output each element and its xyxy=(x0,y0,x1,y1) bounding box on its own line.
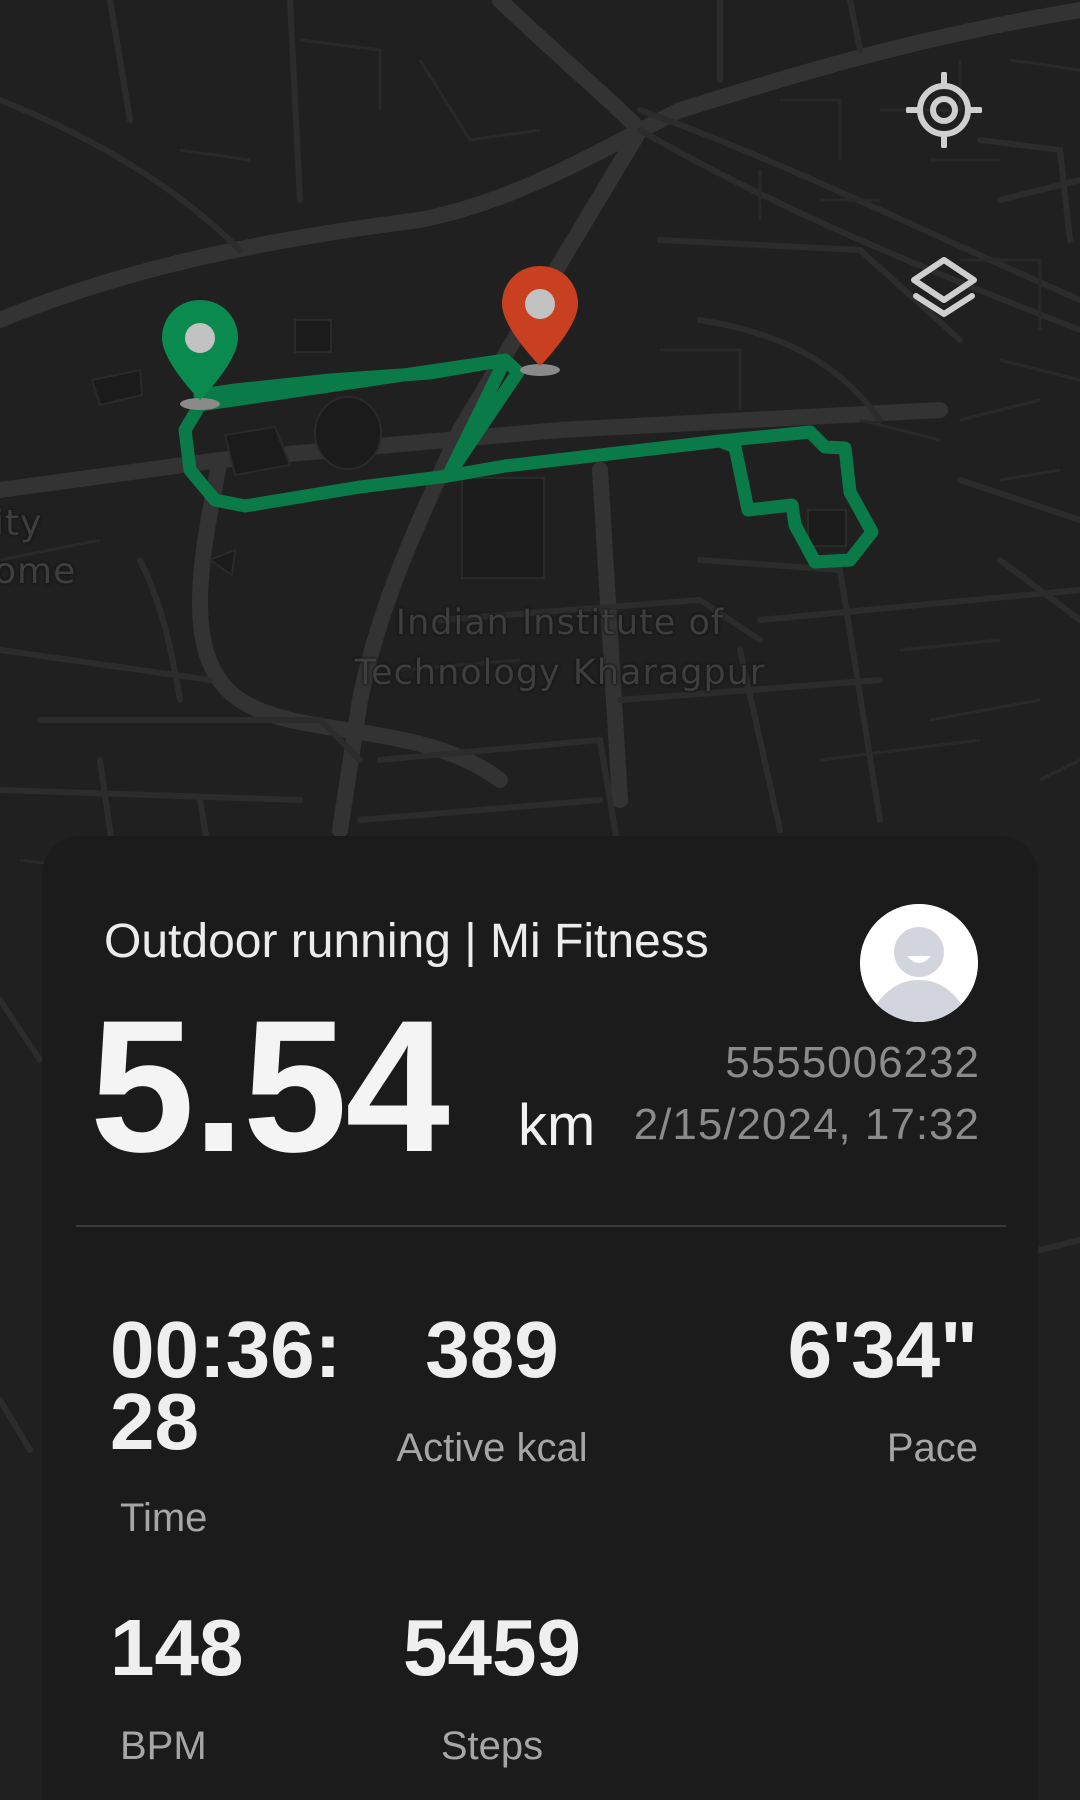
steps-label: Steps xyxy=(440,1724,544,1768)
pace-value: 6'34" xyxy=(787,1305,978,1394)
distance-value: 5.54 xyxy=(90,981,450,1191)
workout-datetime: 2/15/2024, 17:32 xyxy=(633,1100,980,1149)
kcal-label: Active kcal xyxy=(396,1426,588,1470)
user-id: 5555006232 xyxy=(725,1038,980,1087)
map-edge-label-line2: ome xyxy=(0,551,77,592)
layers-icon xyxy=(911,257,977,317)
app-screen: Indian Institute of Technology Kharagpur… xyxy=(0,0,1080,1800)
time-value-line2: 28 xyxy=(110,1377,199,1466)
avatar[interactable] xyxy=(860,904,978,1022)
locate-button[interactable] xyxy=(902,68,986,152)
divider xyxy=(76,1225,1006,1227)
user-avatar-icon xyxy=(860,904,978,1022)
crosshair-icon xyxy=(906,72,982,148)
map-place-label-line2: Technology Kharagpur xyxy=(354,653,766,693)
time-label: Time xyxy=(120,1496,208,1540)
bpm-value: 148 xyxy=(110,1603,244,1692)
workout-title: Outdoor running | Mi Fitness xyxy=(104,915,709,968)
kcal-value: 389 xyxy=(425,1305,559,1394)
map-edge-label-line1: ity xyxy=(0,503,43,544)
start-marker-icon[interactable] xyxy=(156,296,246,416)
map-place-label: Indian Institute of Technology Kharagpur xyxy=(330,598,790,698)
map-layers-button[interactable] xyxy=(902,248,986,332)
map-edge-label: ity ome xyxy=(0,500,76,596)
distance-unit: km xyxy=(518,1093,596,1158)
workout-summary-card: Outdoor running | Mi Fitness 5.54 km 555… xyxy=(42,836,1038,1800)
pace-label: Pace xyxy=(886,1426,978,1470)
map-place-label-line1: Indian Institute of xyxy=(395,603,725,643)
bpm-label: BPM xyxy=(120,1724,207,1768)
steps-value: 5459 xyxy=(403,1603,581,1692)
end-marker-icon[interactable] xyxy=(496,262,586,382)
time-value-line1: 00:36: xyxy=(110,1305,342,1394)
time-value: 00:36: 28 xyxy=(110,1305,370,1466)
